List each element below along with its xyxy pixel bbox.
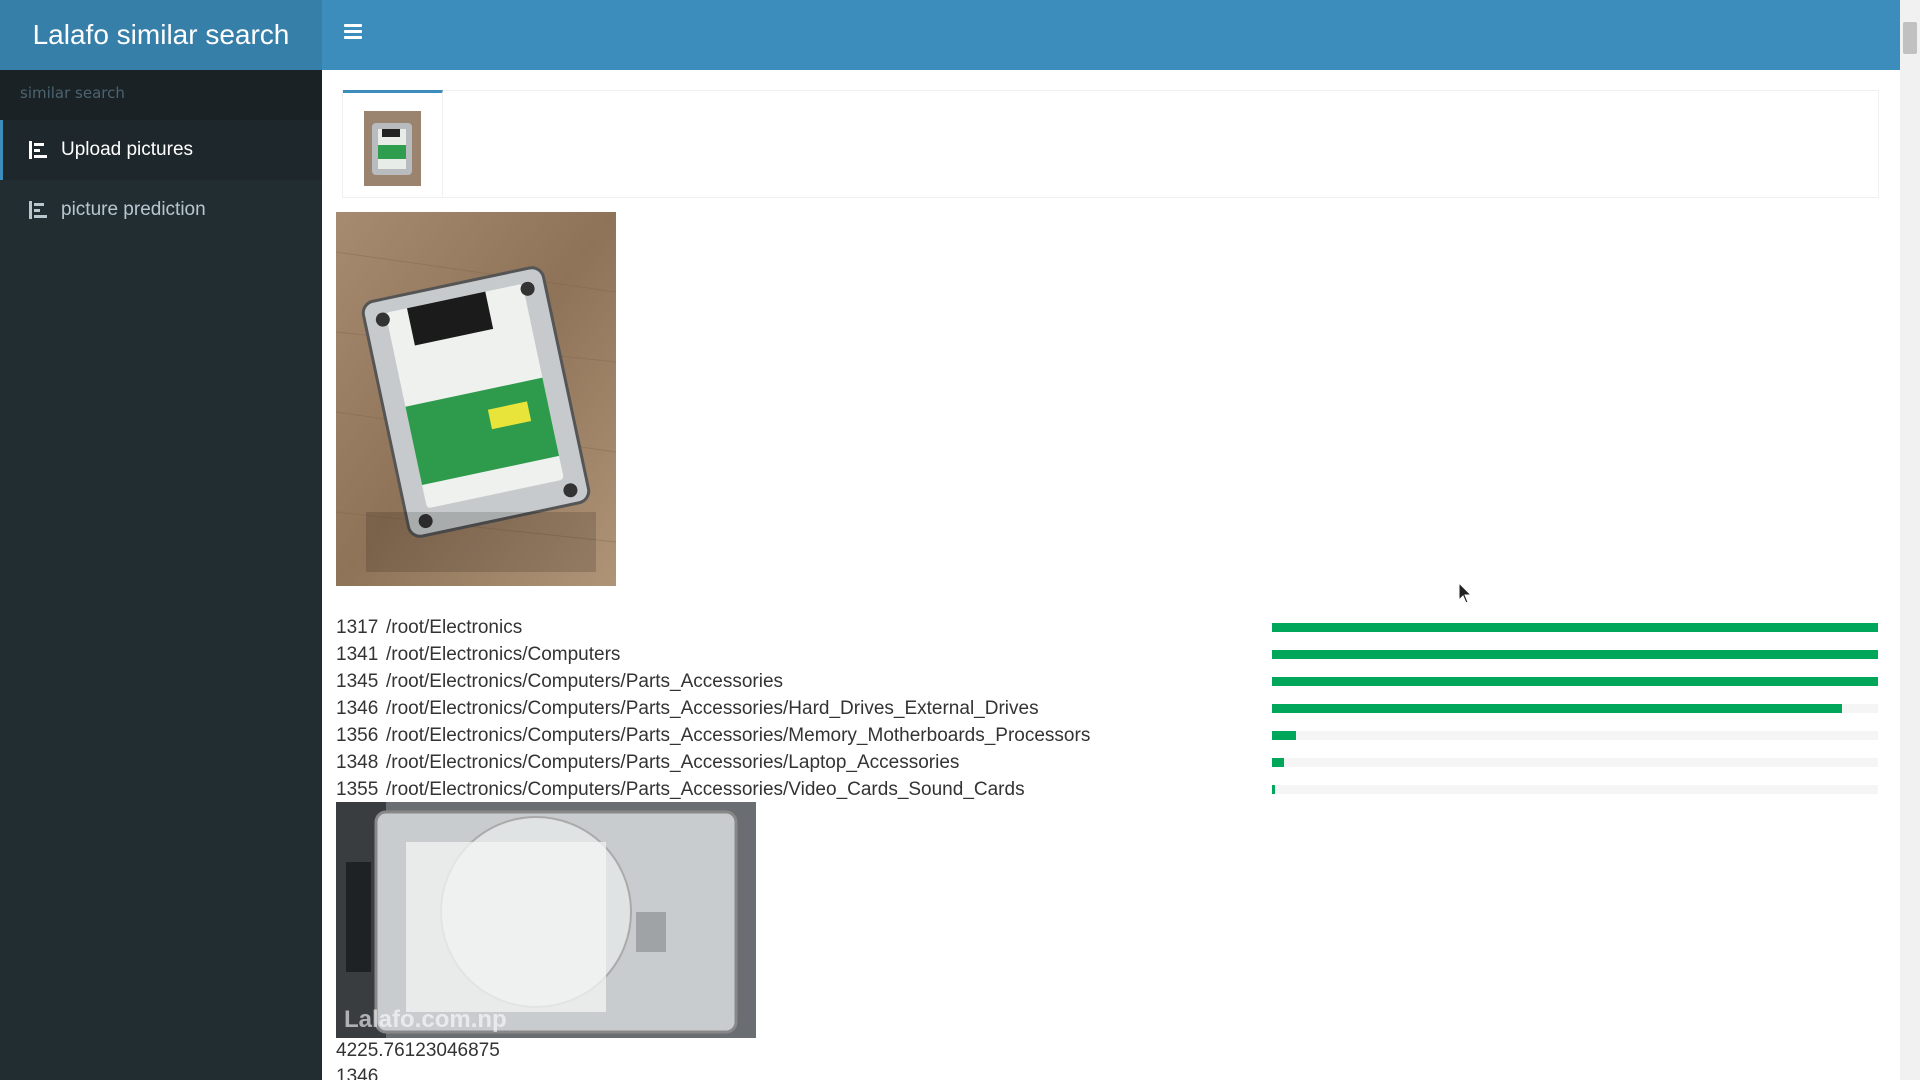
probability-bar-fill	[1272, 704, 1842, 713]
category-path: /root/Electronics/Computers/Parts_Access…	[386, 670, 784, 692]
result-row: 1317 /root/Electronics	[336, 614, 1878, 641]
probability-bar	[1272, 704, 1878, 713]
probability-bar	[1272, 731, 1878, 740]
tab-image-thumbnail[interactable]	[343, 90, 443, 198]
category-path: /root/Electronics/Computers	[386, 643, 621, 665]
scrollbar-thumb[interactable]	[1903, 22, 1917, 54]
probability-bar	[1272, 677, 1878, 686]
probability-bar-fill	[1272, 785, 1276, 794]
sidebar-item-picture-prediction[interactable]: picture prediction	[0, 180, 322, 240]
probability-bar	[1272, 785, 1878, 794]
probability-bar-fill	[1272, 677, 1878, 686]
category-id: 1355	[336, 778, 379, 800]
sidebar-item-label: Upload pictures	[61, 139, 194, 160]
category-path: /root/Electronics/Computers/Parts_Access…	[386, 724, 1091, 746]
probability-bar	[1272, 758, 1878, 767]
page-scrollbar[interactable]	[1900, 0, 1920, 1080]
probability-bar-fill	[1272, 758, 1285, 767]
similar-hard-drive-photo: Lalafo.com.np	[336, 802, 756, 1038]
category-id: 1348	[336, 751, 379, 773]
probability-bar-fill	[1272, 731, 1297, 740]
bar-chart-icon	[29, 201, 47, 219]
similar-category-id: 1346	[336, 1066, 379, 1080]
watermark-text: Lalafo.com.np	[344, 1006, 507, 1033]
category-path: /root/Electronics/Computers/Parts_Access…	[386, 751, 960, 773]
category-id: 1345	[336, 670, 379, 692]
top-navbar	[322, 0, 1900, 70]
app-title[interactable]: Lalafo similar search	[0, 0, 322, 70]
sidebar-item-upload-pictures[interactable]: Upload pictures	[0, 120, 322, 180]
category-id: 1346	[336, 697, 379, 719]
result-row: 1356 /root/Electronics/Computers/Parts_A…	[336, 722, 1878, 749]
probability-bar	[1272, 623, 1878, 632]
result-row: 1346 /root/Electronics/Computers/Parts_A…	[336, 695, 1878, 722]
similarity-distance: 4225.76123046875	[336, 1040, 500, 1061]
category-path: /root/Electronics/Computers/Parts_Access…	[386, 778, 1025, 800]
result-row: 1341 /root/Electronics/Computers	[336, 641, 1878, 668]
result-row: 1345 /root/Electronics/Computers/Parts_A…	[336, 668, 1878, 695]
hard-drive-thumbnail	[364, 111, 421, 186]
bar-chart-icon	[29, 141, 47, 159]
uploaded-hard-drive-photo	[336, 212, 616, 586]
mouse-cursor-icon	[1458, 582, 1472, 604]
result-row: 1348 /root/Electronics/Computers/Parts_A…	[336, 749, 1878, 776]
main-content: 1317 /root/Electronics 1341 /root/Electr…	[322, 70, 1900, 1080]
category-id: 1356	[336, 724, 379, 746]
category-path: /root/Electronics/Computers/Parts_Access…	[386, 697, 1039, 719]
probability-bar-fill	[1272, 623, 1878, 632]
category-id: 1341	[336, 643, 379, 665]
image-tab-box	[342, 90, 1879, 198]
menu-toggle-icon[interactable]	[344, 24, 362, 40]
category-path: /root/Electronics	[386, 616, 523, 638]
sidebar-item-label: picture prediction	[61, 199, 206, 220]
sidebar: Lalafo similar search similar search Upl…	[0, 0, 322, 1080]
sidebar-header: similar search	[0, 70, 322, 120]
prediction-results: 1317 /root/Electronics 1341 /root/Electr…	[336, 614, 1878, 803]
category-id: 1317	[336, 616, 379, 638]
result-row: 1355 /root/Electronics/Computers/Parts_A…	[336, 776, 1878, 803]
probability-bar	[1272, 650, 1878, 659]
probability-bar-fill	[1272, 650, 1878, 659]
